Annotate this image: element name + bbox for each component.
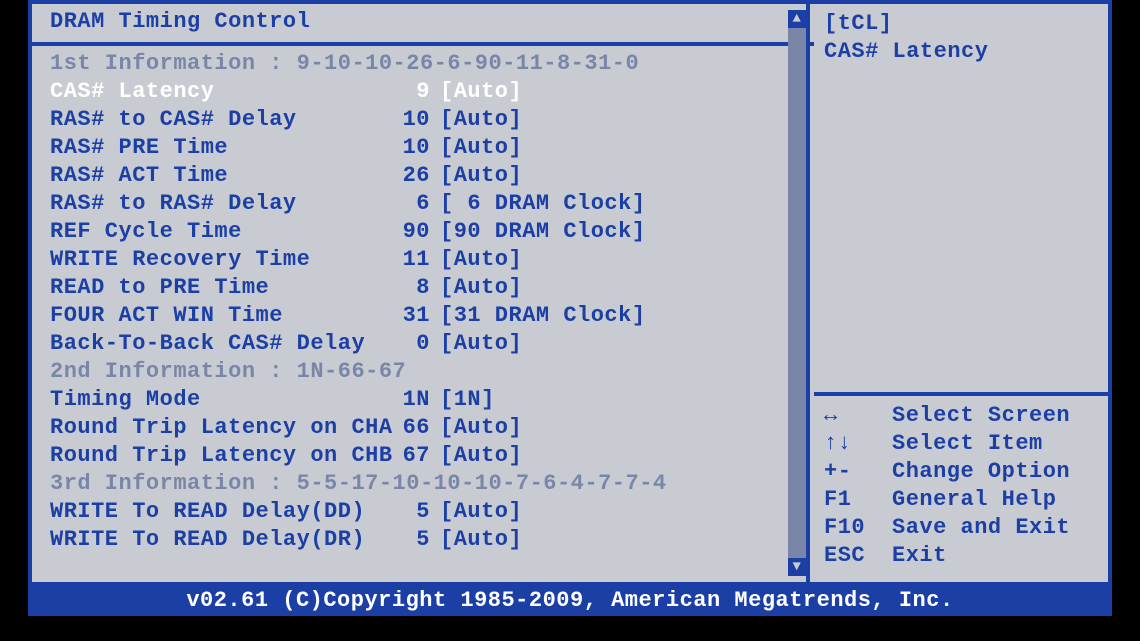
- help-text: Select Screen: [892, 402, 1070, 430]
- scroll-down-icon[interactable]: ▼: [788, 558, 806, 576]
- setting-label: WRITE To READ Delay(DD): [50, 498, 380, 526]
- item-hint-code: [tCL]: [824, 10, 1098, 38]
- setting-value: 66: [380, 414, 440, 442]
- setting-label: WRITE To READ Delay(DR): [50, 526, 380, 554]
- help-row: ↑↓Select Item: [824, 430, 1098, 458]
- setting-label: Timing Mode: [50, 386, 380, 414]
- setting-value: 26: [380, 162, 440, 190]
- setting-value: 90: [380, 218, 440, 246]
- help-row: F1General Help: [824, 486, 1098, 514]
- setting-option[interactable]: [Auto]: [440, 526, 796, 554]
- item-hint-name: CAS# Latency: [824, 38, 1098, 66]
- help-text: Save and Exit: [892, 514, 1070, 542]
- setting-row[interactable]: WRITE Recovery Time11[Auto]: [50, 246, 796, 274]
- divider-horizontal: [32, 42, 814, 46]
- setting-option[interactable]: [Auto]: [440, 274, 796, 302]
- setting-row[interactable]: Back-To-Back CAS# Delay0[Auto]: [50, 330, 796, 358]
- help-text: Exit: [892, 542, 947, 570]
- help-key: F1: [824, 486, 892, 514]
- setting-row[interactable]: Round Trip Latency on CHA66[Auto]: [50, 414, 796, 442]
- setting-label: RAS# to RAS# Delay: [50, 190, 380, 218]
- setting-value: 8: [380, 274, 440, 302]
- setting-label: Round Trip Latency on CHA: [50, 414, 380, 442]
- info-header-3: 3rd Information : 5-5-17-10-10-10-7-6-4-…: [50, 470, 796, 498]
- setting-row[interactable]: FOUR ACT WIN Time31[31 DRAM Clock]: [50, 302, 796, 330]
- setting-value: 6: [380, 190, 440, 218]
- setting-row[interactable]: REF Cycle Time90[90 DRAM Clock]: [50, 218, 796, 246]
- help-key: ↔: [824, 402, 892, 430]
- setting-value: 0: [380, 330, 440, 358]
- setting-value: 11: [380, 246, 440, 274]
- setting-value: 10: [380, 134, 440, 162]
- setting-option[interactable]: [31 DRAM Clock]: [440, 302, 796, 330]
- scrollbar[interactable]: ▲ ▼: [788, 10, 806, 576]
- setting-value: 5: [380, 498, 440, 526]
- help-key: +-: [824, 458, 892, 486]
- info-header-1: 1st Information : 9-10-10-26-6-90-11-8-3…: [50, 50, 796, 78]
- setting-label: RAS# PRE Time: [50, 134, 380, 162]
- setting-row[interactable]: Timing Mode1N[1N]: [50, 386, 796, 414]
- setting-row[interactable]: CAS# Latency9[Auto]: [50, 78, 796, 106]
- setting-value: 67: [380, 442, 440, 470]
- help-key: ESC: [824, 542, 892, 570]
- setting-row[interactable]: RAS# ACT Time26[Auto]: [50, 162, 796, 190]
- help-text: Change Option: [892, 458, 1070, 486]
- main-panel: DRAM Timing Control 1st Information : 9-…: [32, 4, 806, 582]
- setting-row[interactable]: READ to PRE Time8[Auto]: [50, 274, 796, 302]
- setting-option[interactable]: [Auto]: [440, 246, 796, 274]
- setting-option[interactable]: [Auto]: [440, 162, 796, 190]
- footer-copyright: v02.61 (C)Copyright 1985-2009, American …: [28, 586, 1112, 616]
- setting-row[interactable]: WRITE To READ Delay(DD)5[Auto]: [50, 498, 796, 526]
- setting-label: FOUR ACT WIN Time: [50, 302, 380, 330]
- setting-row[interactable]: WRITE To READ Delay(DR)5[Auto]: [50, 526, 796, 554]
- setting-label: Back-To-Back CAS# Delay: [50, 330, 380, 358]
- setting-option[interactable]: [Auto]: [440, 330, 796, 358]
- setting-option[interactable]: [Auto]: [440, 498, 796, 526]
- setting-option[interactable]: [Auto]: [440, 442, 796, 470]
- setting-row[interactable]: Round Trip Latency on CHB67[Auto]: [50, 442, 796, 470]
- help-row: F10Save and Exit: [824, 514, 1098, 542]
- setting-option[interactable]: [Auto]: [440, 414, 796, 442]
- setting-value: 9: [380, 78, 440, 106]
- side-panel: [tCL] CAS# Latency ↔Select Screen↑↓Selec…: [810, 4, 1108, 582]
- setting-option[interactable]: [Auto]: [440, 106, 796, 134]
- key-help-list: ↔Select Screen↑↓Select Item+-Change Opti…: [824, 402, 1098, 570]
- setting-option[interactable]: [ 6 DRAM Clock]: [440, 190, 796, 218]
- setting-row[interactable]: RAS# to RAS# Delay6[ 6 DRAM Clock]: [50, 190, 796, 218]
- scroll-up-icon[interactable]: ▲: [788, 10, 806, 28]
- info-header-2: 2nd Information : 1N-66-67: [50, 358, 796, 386]
- setting-label: REF Cycle Time: [50, 218, 380, 246]
- setting-label: RAS# ACT Time: [50, 162, 380, 190]
- setting-value: 10: [380, 106, 440, 134]
- setting-label: Round Trip Latency on CHB: [50, 442, 380, 470]
- help-key: ↑↓: [824, 430, 892, 458]
- setting-value: 1N: [380, 386, 440, 414]
- help-row: ESCExit: [824, 542, 1098, 570]
- setting-value: 5: [380, 526, 440, 554]
- help-text: Select Item: [892, 430, 1043, 458]
- help-row: ↔Select Screen: [824, 402, 1098, 430]
- help-text: General Help: [892, 486, 1056, 514]
- setting-option[interactable]: [Auto]: [440, 78, 796, 106]
- setting-label: WRITE Recovery Time: [50, 246, 380, 274]
- help-key: F10: [824, 514, 892, 542]
- setting-row[interactable]: RAS# PRE Time10[Auto]: [50, 134, 796, 162]
- setting-label: RAS# to CAS# Delay: [50, 106, 380, 134]
- setting-option[interactable]: [90 DRAM Clock]: [440, 218, 796, 246]
- bios-screen: DRAM Timing Control 1st Information : 9-…: [28, 0, 1112, 586]
- setting-value: 31: [380, 302, 440, 330]
- setting-row[interactable]: RAS# to CAS# Delay10[Auto]: [50, 106, 796, 134]
- page-title: DRAM Timing Control: [50, 8, 796, 38]
- setting-option[interactable]: [Auto]: [440, 134, 796, 162]
- divider-horizontal: [814, 392, 1112, 396]
- setting-label: READ to PRE Time: [50, 274, 380, 302]
- setting-option[interactable]: [1N]: [440, 386, 796, 414]
- setting-label: CAS# Latency: [50, 78, 380, 106]
- help-row: +-Change Option: [824, 458, 1098, 486]
